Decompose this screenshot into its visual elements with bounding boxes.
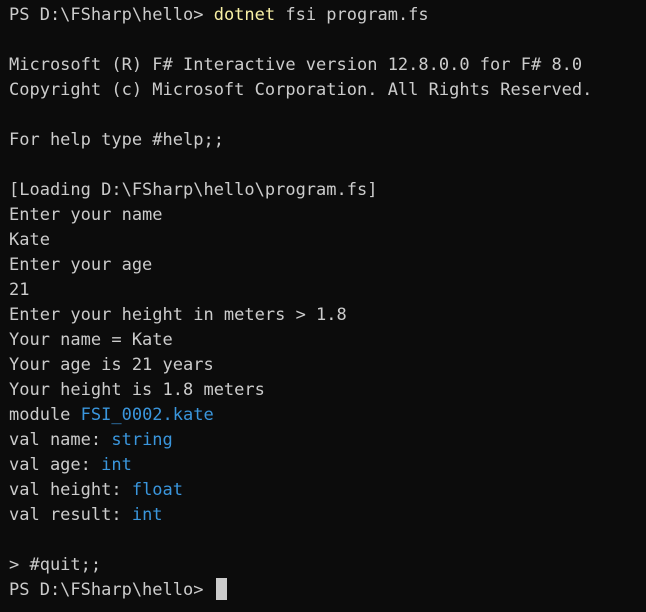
module-name: FSI_0002.kate xyxy=(80,405,214,425)
banner-copyright: Copyright (c) Microsoft Corporation. All… xyxy=(9,80,593,100)
terminal-window[interactable]: PS D:\FSharp\hello> dotnet fsi program.f… xyxy=(0,0,646,612)
quit-line: > #quit;; xyxy=(9,555,102,575)
ask-age-line: Enter your age xyxy=(9,255,153,275)
val-age-line: val age: int xyxy=(9,453,646,478)
prompt-text: PS D:\FSharp\hello> xyxy=(9,580,214,600)
prompt-line-1: PS D:\FSharp\hello> dotnet fsi program.f… xyxy=(9,3,646,28)
command-args: fsi program.fs xyxy=(275,5,429,25)
ask-height-line: Enter your height in meters > 1.8 xyxy=(9,305,347,325)
type-int: int xyxy=(101,455,132,475)
val-age-label: val age: xyxy=(9,455,102,475)
prompt-text: PS D:\FSharp\hello> xyxy=(9,5,214,25)
prompt-line-2[interactable]: PS D:\FSharp\hello> xyxy=(9,578,646,603)
type-string: string xyxy=(111,430,173,450)
output-age-line: Your age is 21 years xyxy=(9,355,214,375)
val-result-label: val result: xyxy=(9,505,132,525)
type-int: int xyxy=(131,505,163,525)
ask-name-line: Enter your name xyxy=(9,205,163,225)
banner-version: Microsoft (R) F# Interactive version 12.… xyxy=(9,55,583,75)
loading-line: [Loading D:\FSharp\hello\program.fs] xyxy=(9,180,378,200)
input-name-line: Kate xyxy=(9,230,50,250)
type-float: float xyxy=(131,480,184,500)
val-height-label: val height: xyxy=(9,480,132,500)
val-height-line: val height: float xyxy=(9,478,646,503)
command-name: dotnet xyxy=(213,5,276,25)
input-age-line: 21 xyxy=(9,280,30,300)
output-name-line: Your name = Kate xyxy=(9,330,173,350)
cursor-block-icon[interactable] xyxy=(215,578,227,600)
val-name-label: val name: xyxy=(9,430,112,450)
val-result-line: val result: int xyxy=(9,503,646,528)
help-hint: For help type #help;; xyxy=(9,130,224,150)
output-height-line: Your height is 1.8 meters xyxy=(9,380,265,400)
module-line: module FSI_0002.kate xyxy=(9,403,646,428)
val-name-line: val name: string xyxy=(9,428,646,453)
module-keyword: module xyxy=(9,405,81,425)
